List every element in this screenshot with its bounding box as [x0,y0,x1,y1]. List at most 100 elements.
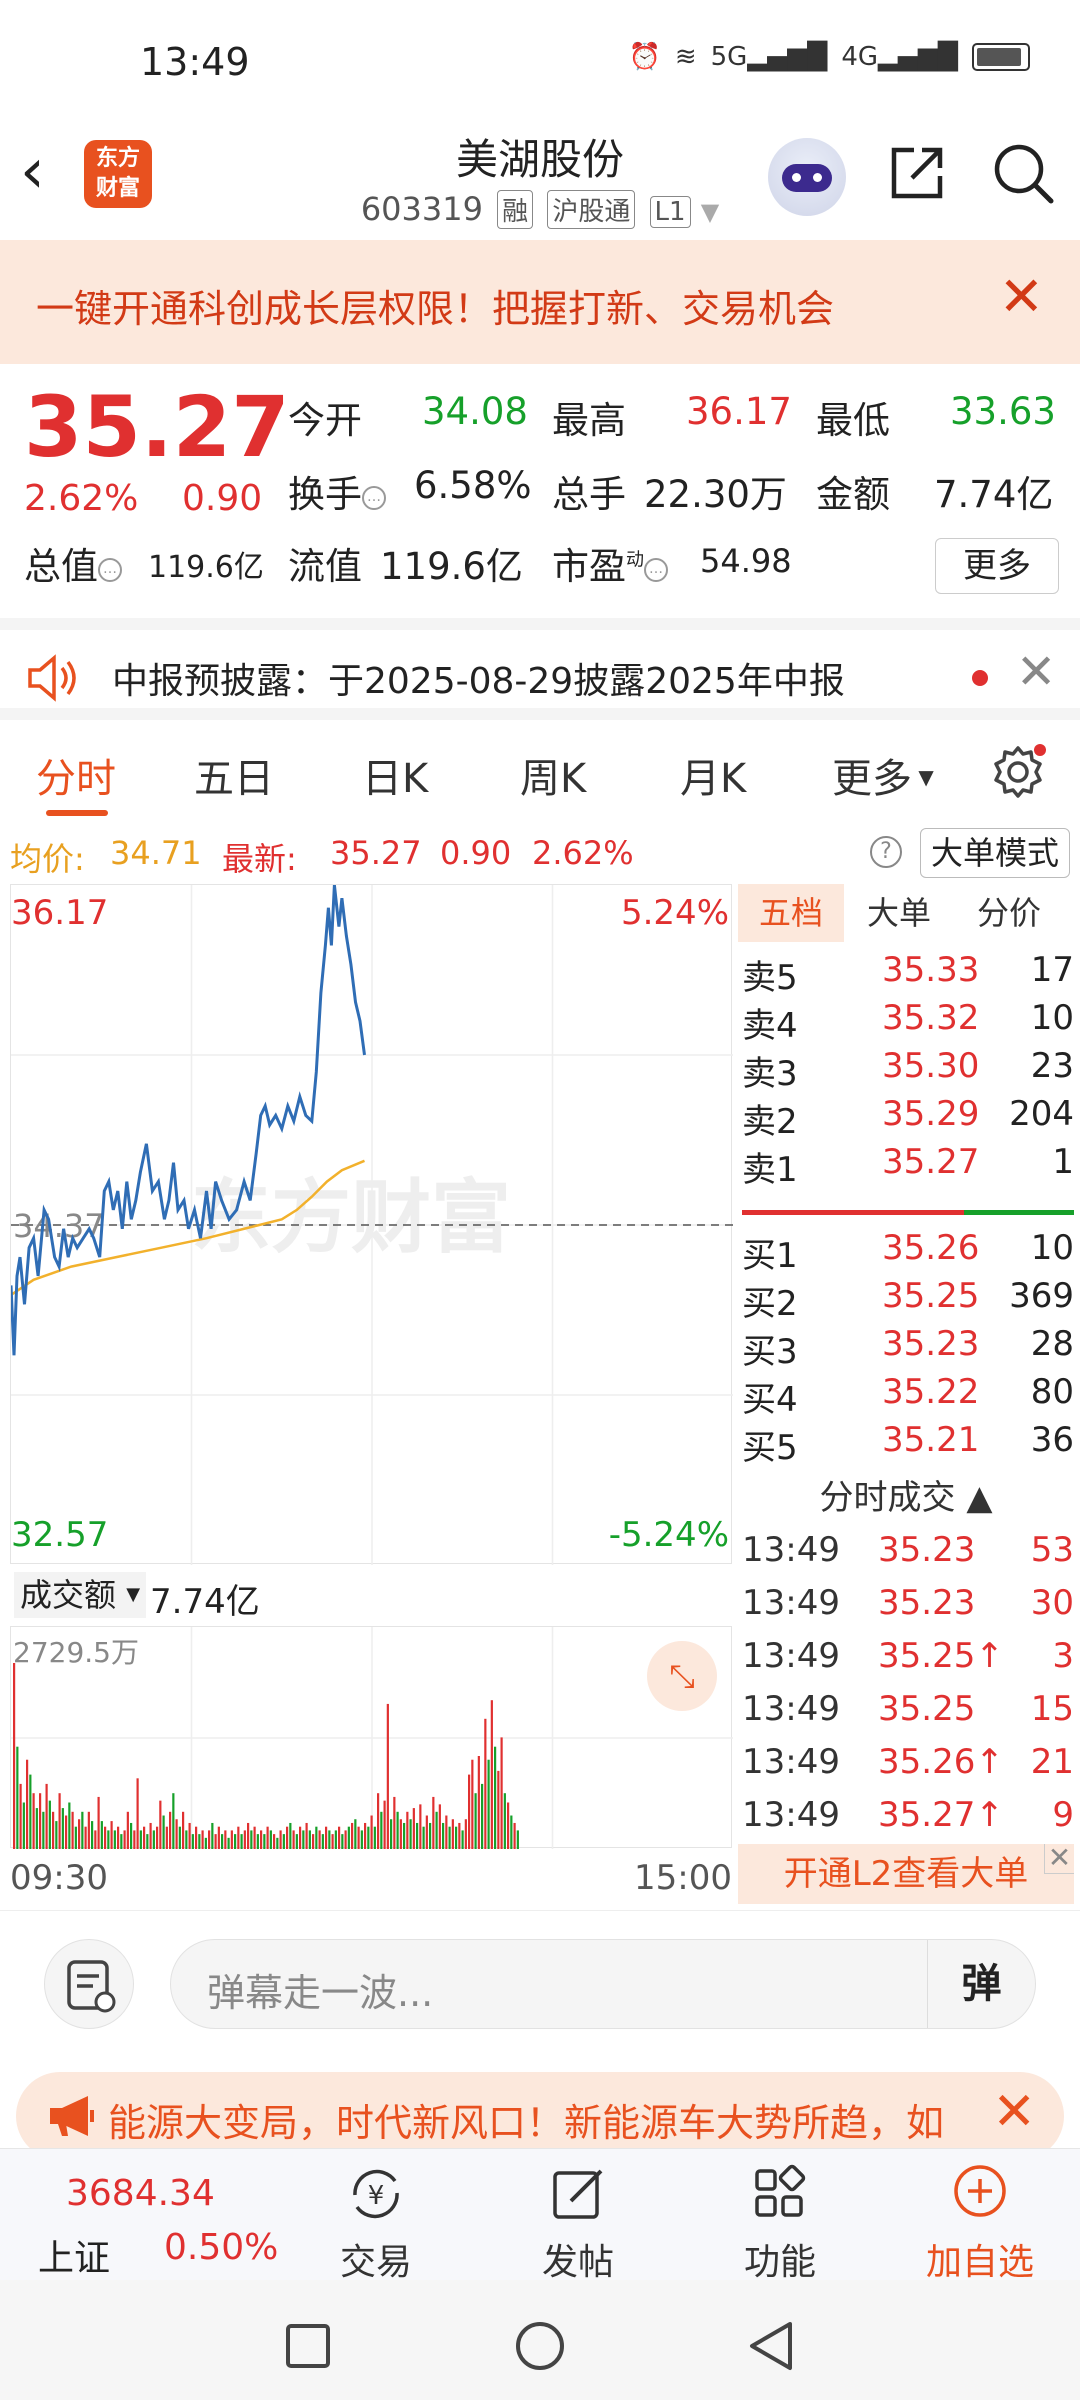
tab-5day[interactable]: 五日 [194,746,274,804]
close-icon[interactable]: ✕ [999,270,1044,324]
tab-daily[interactable]: 日K [362,746,428,804]
volume-bar [146,1834,149,1849]
volume-bar [279,1830,282,1849]
news-ticker-text: 能源大变局，时代新风口！新能源车大势所趋，如 [108,2101,945,2145]
volume-bar [507,1802,510,1849]
edit-icon [553,2169,603,2219]
bid-row[interactable]: 买5 35.21 36 [742,1420,1074,1468]
volume-bar [237,1826,240,1849]
trade-row: 13:49 35.23 30 [742,1583,1074,1633]
ask-bid-separator [742,1210,1074,1215]
tab-monthly[interactable]: 月K [680,746,746,804]
promo-banner[interactable]: 一键开通科创成长层权限！把握打新、交易机会 ✕ [0,240,1080,364]
volume-bar [159,1800,162,1849]
ask-price: 35.30 [882,1046,980,1086]
nav-trade[interactable]: ¥ 交易 [306,2159,446,2285]
news-ticker[interactable]: 能源大变局，时代新风口！新能源车大势所趋，如 ✕ [16,2072,1064,2160]
volume-bar [308,1830,311,1849]
search-icon[interactable] [990,140,1056,206]
bid-row[interactable]: 买3 35.23 28 [742,1324,1074,1372]
status-icons: ⏰ ≋ 5G▂▄▆█ 4G▂▄▆█ [628,42,1030,72]
share-icon[interactable] [886,142,948,204]
big-order-mode-button[interactable]: 大单模式 [919,828,1070,878]
volume-bar [386,1703,389,1849]
float-value: 119.6亿 [380,545,523,588]
home-icon[interactable] [514,2320,566,2372]
gear-icon[interactable] [990,744,1046,800]
volume-bar [370,1815,373,1849]
ask-row[interactable]: 卖3 35.30 23 [742,1046,1074,1094]
info-icon[interactable]: … [98,558,122,582]
wifi-icon: ≋ [674,42,697,72]
index-name[interactable]: 上证 [38,2229,110,2281]
info-icon[interactable]: … [644,558,668,582]
ask-row[interactable]: 卖2 35.29 204 [742,1094,1074,1142]
l2-upgrade-bar[interactable]: 开通L2查看大单 ✕ [738,1844,1074,1904]
close-icon[interactable]: ✕ [982,2084,1036,2140]
avg-value: 34.71 [110,834,202,872]
volume-bar [91,1821,94,1849]
volume-bar [455,1826,458,1849]
info-icon[interactable]: … [362,486,386,510]
trade-time: 13:49 [742,1530,840,1570]
volume-bar [178,1826,181,1849]
stock-header: ‹ 东方 财富 美湖股份 603319 融 沪股通 L1 ▼ [0,120,1080,238]
volume-bar [42,1811,45,1849]
bid-level: 买4 [742,1380,798,1420]
nav-functions[interactable]: 功能 [710,2159,850,2285]
ai-assistant-icon[interactable] [768,138,846,216]
chevron-down-icon: ▼ [700,198,720,226]
volume-bar [110,1821,113,1849]
volume-bar [162,1815,165,1849]
l2-text: 开通L2查看大单 [783,1854,1029,1894]
tab-intraday[interactable]: 分时 [36,746,116,804]
index-change[interactable]: 0.50% [164,2227,278,2268]
help-icon[interactable]: ? [870,836,902,868]
close-icon[interactable]: ✕ [1016,644,1056,700]
volume-bar [230,1830,233,1849]
recents-icon[interactable] [284,2322,332,2370]
index-value[interactable]: 3684.34 [66,2173,215,2214]
volume-chart[interactable]: 2729.5万 ⤡ [10,1626,733,1849]
tab-big-orders[interactable]: 大单 [846,884,952,942]
bid-row[interactable]: 买2 35.25 369 [742,1276,1074,1324]
volume-selector[interactable]: 成交额 ▼ [14,1572,147,1618]
volume-bar [484,1718,487,1849]
expand-icon[interactable]: ⤡ [647,1641,717,1711]
ask-row[interactable]: 卖4 35.32 10 [742,998,1074,1046]
tab-five-levels[interactable]: 五档 [738,884,844,942]
volume-bar [32,1793,35,1849]
volume-bar [263,1834,266,1849]
volume-bar [13,1663,16,1849]
danmu-toggle-button[interactable]: 弹 [927,1940,1035,2028]
post-list-icon[interactable] [44,1939,134,2029]
trades-header[interactable]: 分时成交 ▲ [738,1470,1074,1519]
volume-bar [48,1800,51,1849]
more-button[interactable]: 更多 [935,538,1059,594]
margin-tag: 融 [497,190,534,229]
notice-bar[interactable]: 中报预披露：于2025-08-29披露2025年中报 ✕ [0,618,1080,720]
nav-post[interactable]: 发帖 [508,2159,648,2285]
tab-more[interactable]: 更多 ▼ [832,746,934,804]
volume-bar [357,1826,360,1849]
close-icon[interactable]: ✕ [1044,1844,1074,1874]
ask-row[interactable]: 卖5 35.33 17 [742,950,1074,998]
tab-weekly[interactable]: 周K [520,746,586,804]
trade-volume: 3 [1052,1636,1074,1676]
volume-bar [45,1783,48,1849]
danmu-input[interactable]: 弹幕走一波... 弹 [170,1939,1036,2029]
intraday-chart[interactable]: 东方财富 34.37 36.17 5.24% 32.57 -5.24% [10,884,733,1565]
bid-row[interactable]: 买1 35.26 10 [742,1228,1074,1276]
ask-row[interactable]: 卖1 35.27 1 [742,1142,1074,1190]
low-label: 最低 [816,399,890,442]
nav-add-watchlist[interactable]: 加自选 [910,2159,1050,2285]
volume-bar [490,1700,493,1849]
bid-row[interactable]: 买4 35.22 80 [742,1372,1074,1420]
tab-price-dist[interactable]: 分价 [954,884,1064,942]
ask-volume: 10 [1030,998,1074,1038]
bottom-nav: 3684.34 上证 0.50% ¥ 交易 发帖 功能 加自选 [0,2148,1080,2283]
back-nav-icon[interactable] [746,2320,796,2372]
bid-level: 买1 [742,1236,798,1276]
volume-bar [468,1774,471,1849]
volume-bar [195,1826,198,1849]
